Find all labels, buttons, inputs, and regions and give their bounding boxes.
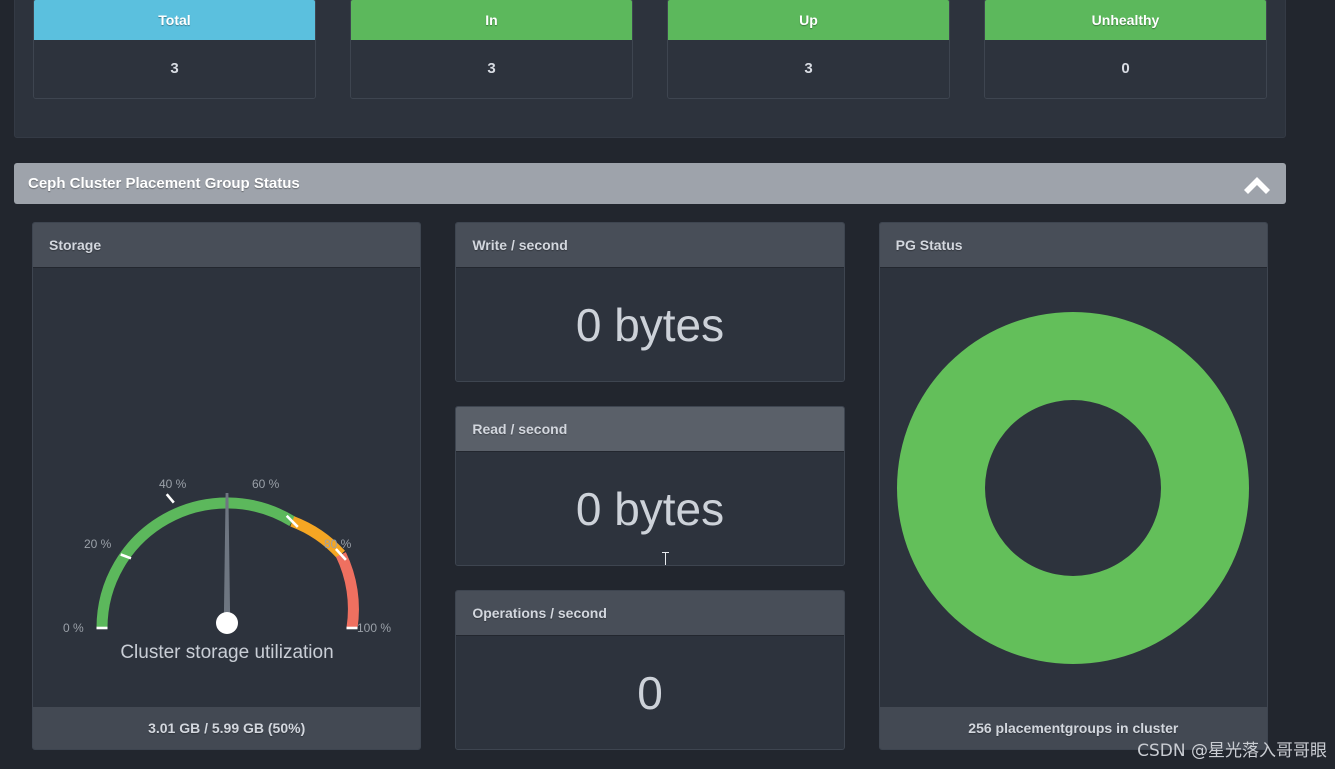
panel-pg-status-body (879, 268, 1267, 707)
panel-write-per-second: Write / second 0 bytes (455, 222, 845, 382)
gauge-tick-80: 80 % (324, 537, 352, 551)
panel-storage-footer: 3.01 GB / 5.99 GB (50%) (33, 707, 421, 749)
panel-read-header[interactable]: Read / second (456, 407, 844, 452)
panel-storage-header[interactable]: Storage (33, 223, 421, 268)
panel-read-body: 0 bytes (456, 452, 844, 565)
stat-card-unhealthy[interactable]: Unhealthy 0 (984, 0, 1267, 99)
panel-pg-status-header[interactable]: PG Status (879, 223, 1267, 268)
gauge-title-label: Cluster storage utilization (120, 642, 333, 663)
dashboard-page: Total 3 In 3 Up 3 Unhealthy 0 Ceph Clust… (0, 0, 1335, 769)
chevron-up-icon[interactable] (1242, 173, 1272, 195)
panel-operations-per-second: Operations / second 0 (455, 590, 845, 750)
panel-pg-status-footer: 256 placementgroups in cluster (879, 707, 1267, 749)
column-metrics: Write / second 0 bytes Read / second 0 b… (455, 222, 845, 766)
panel-pg-status: PG Status 256 placementgroups in cluster (878, 222, 1268, 750)
gauge-tick-100: 100 % (357, 621, 391, 635)
stat-card-total[interactable]: Total 3 (33, 0, 316, 99)
pg-status-donut (880, 268, 1267, 707)
gauge-tick-60: 60 % (252, 477, 280, 491)
panel-read-per-second: Read / second 0 bytes (455, 406, 845, 566)
gauge-tick-40: 40 % (159, 477, 187, 491)
section-title: Ceph Cluster Placement Group Status (28, 175, 300, 192)
column-storage: Storage 0 % 20 % 40 % 60 % 80 % 100 % Cl… (32, 222, 422, 766)
storage-gauge: 0 % 20 % 40 % 60 % 80 % 100 % Cluster st… (33, 268, 420, 707)
stat-card-row: Total 3 In 3 Up 3 Unhealthy 0 (33, 0, 1267, 99)
stat-card-header: Total (34, 0, 315, 40)
stat-card-value: 3 (34, 40, 315, 98)
panel-operations-header[interactable]: Operations / second (456, 591, 844, 636)
stat-card-header: In (351, 0, 632, 40)
panel-storage-body: 0 % 20 % 40 % 60 % 80 % 100 % Cluster st… (33, 268, 421, 707)
write-per-second-value: 0 bytes (575, 298, 725, 351)
section-header-pg-status[interactable]: Ceph Cluster Placement Group Status (14, 163, 1286, 204)
stat-card-header: Unhealthy (985, 0, 1266, 40)
gauge-tick-0: 0 % (63, 621, 84, 635)
stat-card-value: 3 (351, 40, 632, 98)
stat-card-value: 3 (668, 40, 949, 98)
panel-write-header[interactable]: Write / second (456, 223, 844, 268)
pg-status-content: Storage 0 % 20 % 40 % 60 % 80 % 100 % Cl… (14, 206, 1286, 766)
read-per-second-value: 0 bytes (575, 482, 725, 535)
stat-card-in[interactable]: In 3 (350, 0, 633, 99)
panel-write-body: 0 bytes (456, 268, 844, 381)
stat-card-up[interactable]: Up 3 (667, 0, 950, 99)
column-pg-status: PG Status 256 placementgroups in cluster (878, 222, 1268, 766)
osd-summary-panel: Total 3 In 3 Up 3 Unhealthy 0 (14, 0, 1286, 138)
donut-hole (985, 399, 1162, 576)
text-cursor-icon (662, 552, 670, 565)
operations-per-second-value: 0 (637, 666, 663, 719)
panel-storage: Storage 0 % 20 % 40 % 60 % 80 % 100 % Cl… (32, 222, 422, 750)
stat-card-header: Up (668, 0, 949, 40)
panel-operations-body: 0 (456, 636, 844, 749)
stat-card-value: 0 (985, 40, 1266, 98)
gauge-tick-20: 20 % (84, 537, 112, 551)
